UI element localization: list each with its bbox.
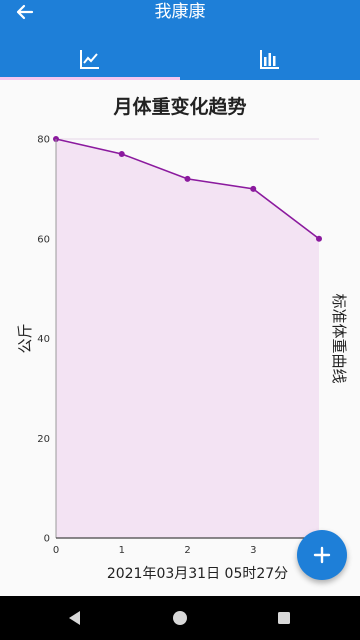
x-tick-label: 0 (53, 545, 59, 556)
y-axis-label: 公斤 (16, 323, 34, 353)
bar-chart-icon (260, 50, 279, 69)
y-tick-label: 20 (37, 434, 50, 445)
tab-line-chart[interactable] (0, 40, 180, 78)
weight-line-chart: 0 20 40 60 80 0 1 2 3 公斤 标准体重曲线 2021年03月31日 05时27分 (16, 135, 348, 583)
x-tick-label: 1 (119, 545, 125, 556)
data-point (118, 150, 125, 157)
tab-indicator (0, 77, 180, 80)
tab-bar-chart[interactable] (180, 40, 360, 78)
data-point (316, 235, 322, 242)
nav-recents-button[interactable] (274, 608, 294, 628)
line-chart-icon (80, 50, 99, 69)
system-nav-bar (0, 596, 360, 640)
x-tick-label: 2 (184, 545, 190, 556)
y-tick-label: 0 (44, 534, 50, 545)
data-point (250, 185, 257, 192)
nav-home-button[interactable] (170, 608, 190, 628)
series-area-fill (56, 139, 319, 538)
y-tick-label: 60 (37, 234, 50, 245)
data-point (184, 175, 191, 182)
app-title: 我康康 (154, 2, 206, 22)
app-bar: 我康康 (0, 0, 360, 80)
home-circle-icon (173, 611, 187, 625)
back-triangle-icon (69, 611, 80, 625)
chart-title: 月体重变化趋势 (113, 96, 247, 118)
x-axis-label: 2021年03月31日 05时27分 (107, 566, 288, 582)
plus-icon (313, 546, 331, 564)
y-tick-label: 40 (37, 334, 50, 345)
x-tick-label: 3 (250, 545, 256, 556)
add-record-button[interactable] (297, 530, 347, 580)
recents-square-icon (278, 612, 290, 624)
nav-back-button[interactable] (65, 608, 85, 628)
y-tick-label: 80 (37, 135, 50, 146)
series-legend-label: 标准体重曲线 (330, 293, 348, 383)
